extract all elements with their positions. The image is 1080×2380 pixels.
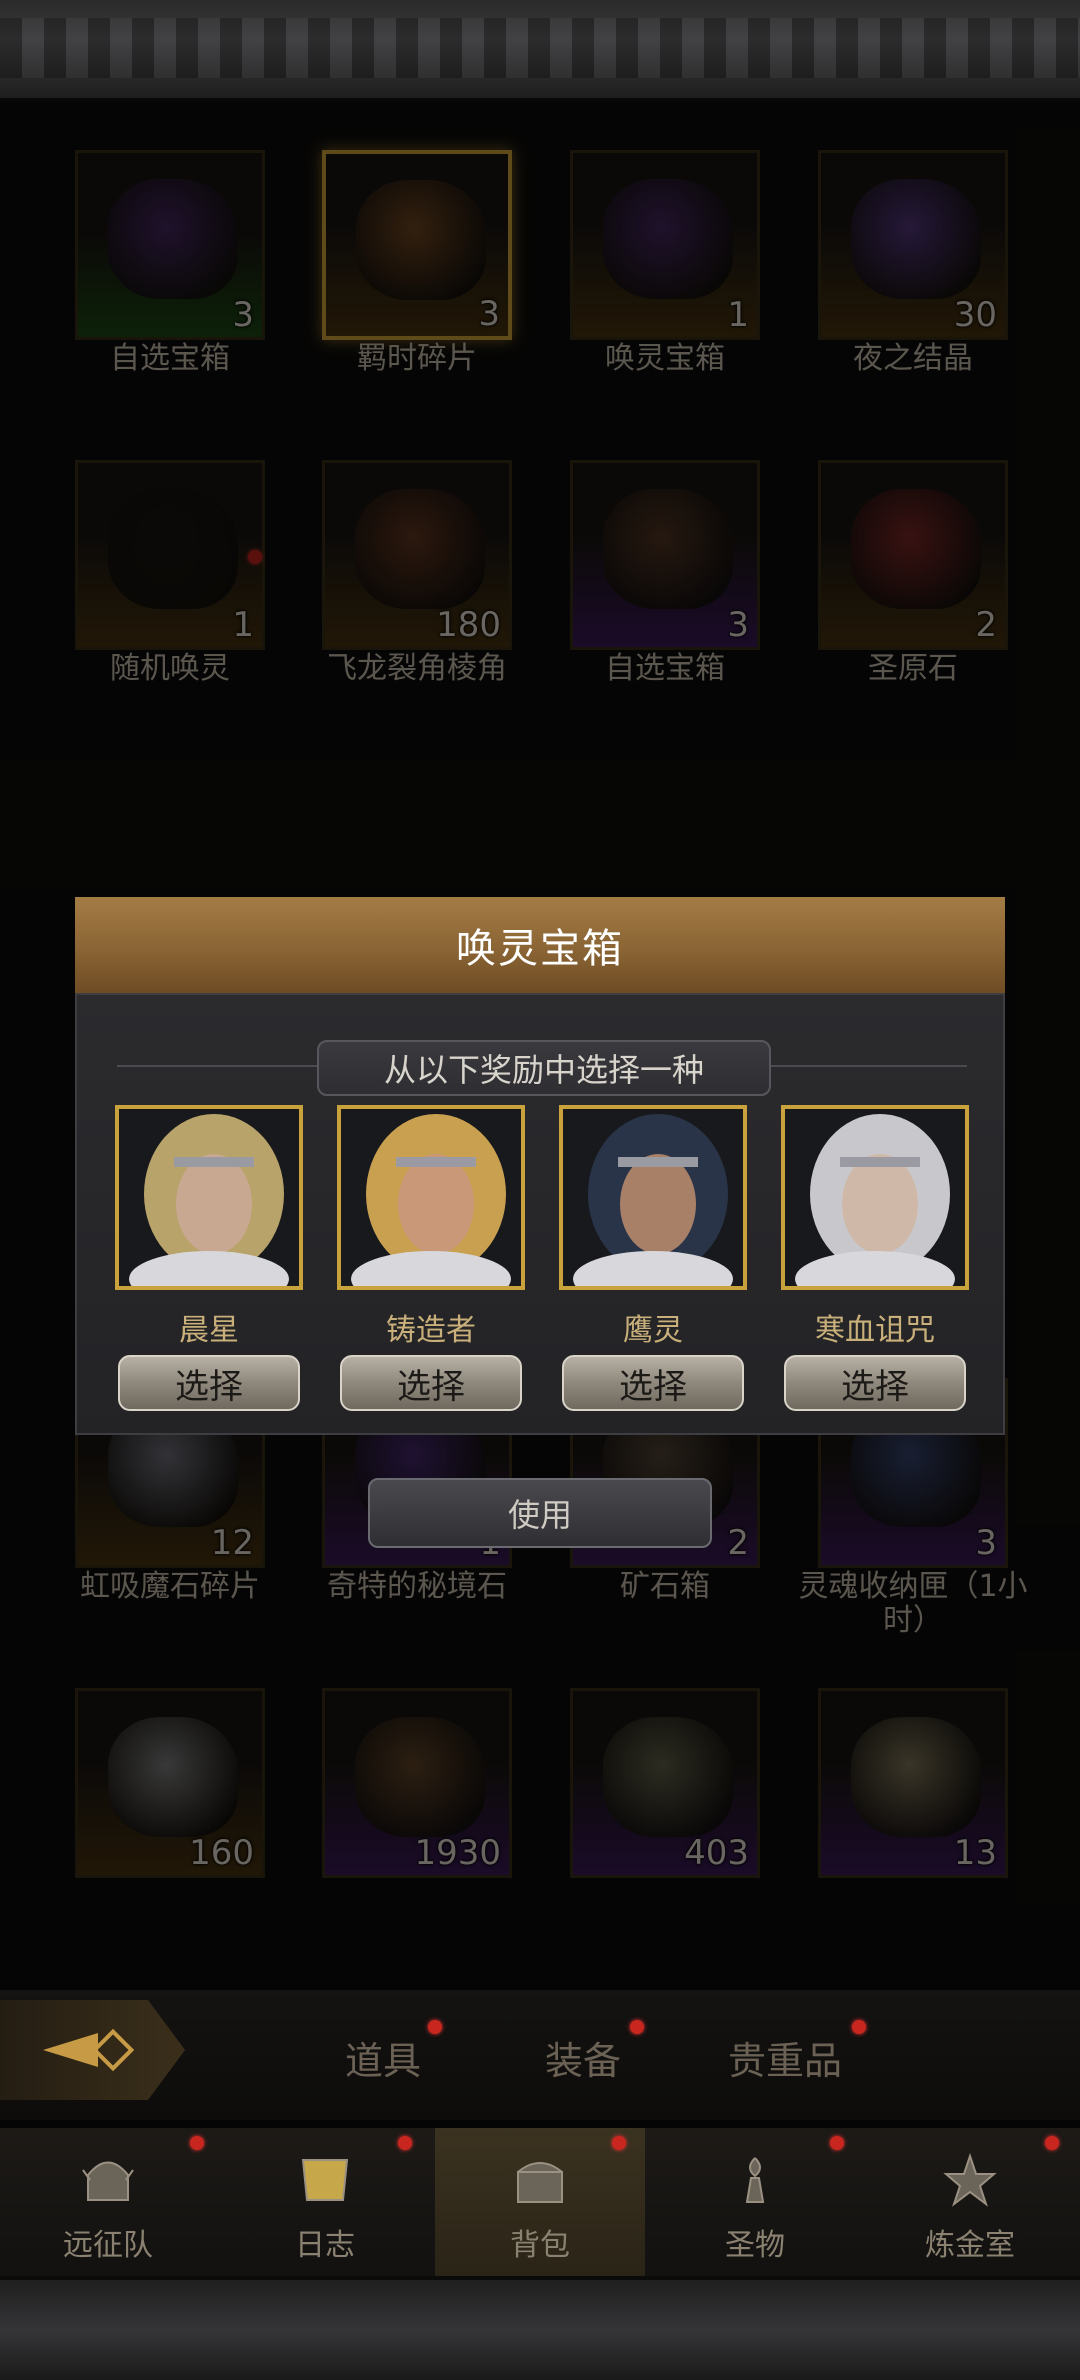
nav-label: 远征队 (63, 2228, 153, 2263)
reward-portrait[interactable] (559, 1105, 747, 1290)
modal-header: 唤灵宝箱 (75, 897, 1005, 996)
reward-name: 鹰灵 (623, 1313, 683, 1348)
subtitle-divider-left (117, 1065, 317, 1067)
helmet-icon (82, 2161, 134, 2201)
reward-name: 铸造者 (386, 1313, 476, 1348)
select-reward-button[interactable]: 选择 (340, 1355, 522, 1411)
use-button[interactable]: 使用 (368, 1478, 712, 1548)
hero-portrait-icon (341, 1109, 521, 1286)
reward-portrait[interactable] (781, 1105, 969, 1290)
chest-icon (517, 2162, 563, 2203)
bottom-ornament-frame (0, 2276, 1080, 2380)
select-reward-button[interactable]: 选择 (784, 1355, 966, 1411)
back-arrow-icon (42, 2028, 134, 2072)
tab-items-label: 道具 (345, 2039, 422, 2083)
bottom-navigation: 远征队 日志 背包 圣物 炼金室 (0, 2128, 1080, 2276)
tab-equipment-label: 装备 (545, 2039, 622, 2083)
tab-valuables-notification-dot (852, 2020, 866, 2034)
nav-notification-dot (190, 2136, 204, 2150)
torch-icon (745, 2157, 765, 2203)
tab-valuables[interactable]: 贵重品 (728, 2030, 842, 2085)
hero-portrait-icon (563, 1109, 743, 1286)
reward-portrait[interactable] (115, 1105, 303, 1290)
tab-equipment-notification-dot (630, 2020, 644, 2034)
scroll-icon (301, 2159, 349, 2201)
tab-valuables-label: 贵重品 (728, 2039, 843, 2083)
modal-subtitle: 从以下奖励中选择一种 (317, 1040, 771, 1096)
nav-label: 炼金室 (925, 2228, 1015, 2263)
nav-item[interactable]: 背包 (435, 2128, 645, 2276)
subtitle-divider-right (767, 1065, 967, 1067)
nav-item[interactable]: 日志 (220, 2128, 430, 2276)
hero-portrait-icon (119, 1109, 299, 1286)
select-reward-button[interactable]: 选择 (562, 1355, 744, 1411)
nav-item[interactable]: 圣物 (650, 2128, 860, 2276)
tab-items[interactable]: 道具 (345, 2030, 421, 2085)
nav-label: 背包 (510, 2228, 570, 2263)
tab-items-notification-dot (428, 2020, 442, 2034)
nav-notification-dot (1045, 2136, 1059, 2150)
reward-name: 晨星 (179, 1313, 239, 1348)
hero-portrait-icon (785, 1109, 965, 1286)
nav-label: 圣物 (725, 2228, 785, 2263)
nav-notification-dot (398, 2136, 412, 2150)
reward-choice-dialog: 从以下奖励中选择一种 晨星选择 铸造者选择 鹰灵选择 寒血诅咒选择 (75, 993, 1005, 1435)
reward-name: 寒血诅咒 (815, 1313, 935, 1348)
alchemy-icon (943, 2152, 997, 2207)
nav-notification-dot (830, 2136, 844, 2150)
nav-label: 日志 (295, 2228, 355, 2263)
nav-notification-dot (612, 2136, 626, 2150)
reward-portrait[interactable] (337, 1105, 525, 1290)
back-button[interactable] (0, 2000, 185, 2100)
select-reward-button[interactable]: 选择 (118, 1355, 300, 1411)
top-ornament-frame (0, 0, 1080, 102)
category-tab-bar: 道具 装备 贵重品 (0, 1990, 1080, 2120)
nav-item[interactable]: 炼金室 (865, 2128, 1075, 2276)
tab-equipment[interactable]: 装备 (545, 2030, 621, 2085)
modal-title: 唤灵宝箱 (456, 926, 624, 972)
nav-item[interactable]: 远征队 (3, 2128, 213, 2276)
